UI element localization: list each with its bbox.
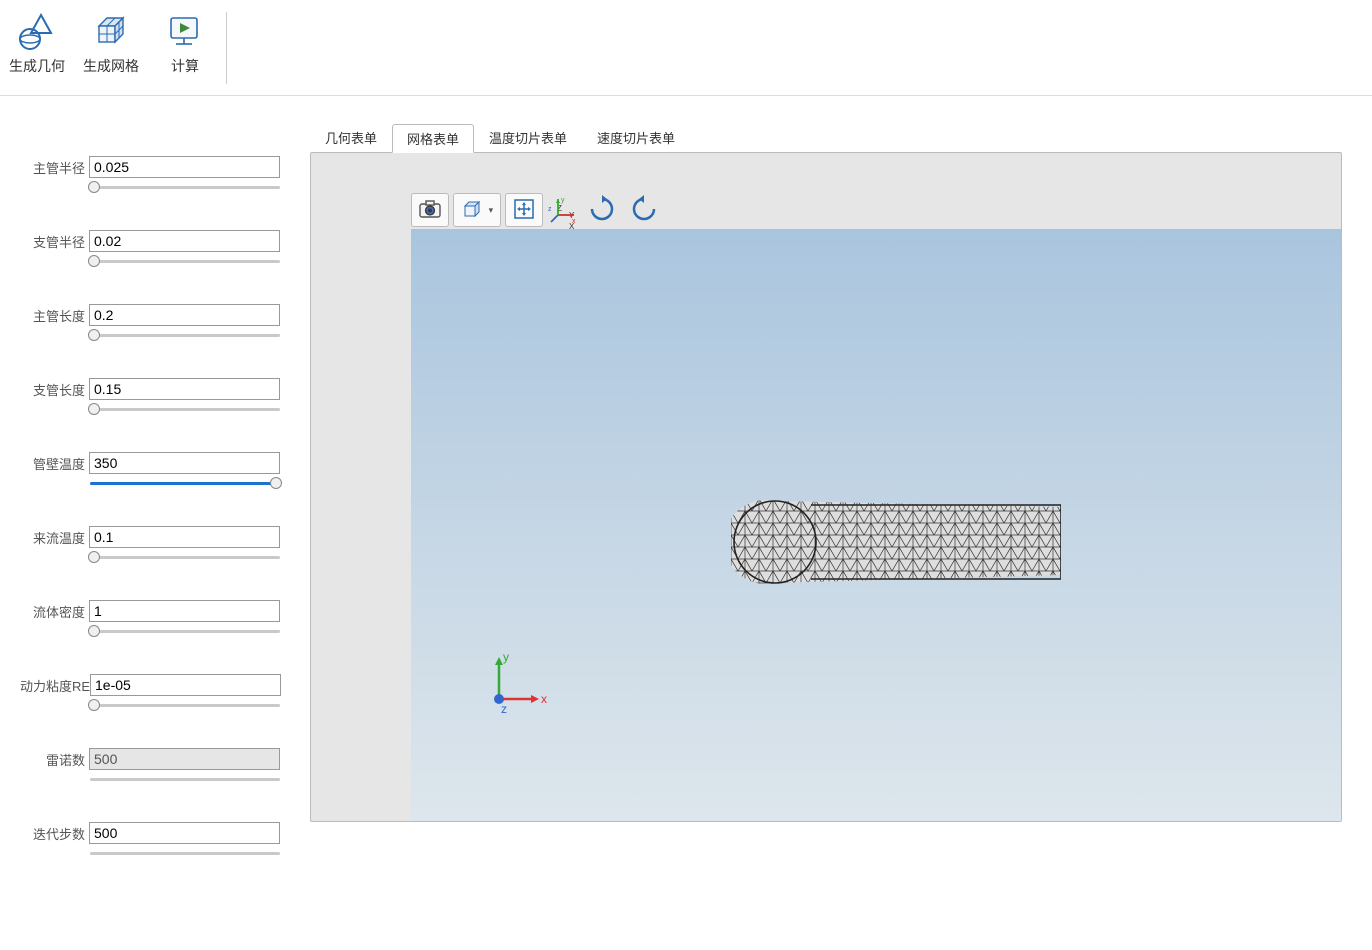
- expand-arrows-icon: [512, 197, 536, 224]
- param-slider[interactable]: [90, 182, 280, 194]
- ribbon-toolbar: 生成几何 生成网格 计算: [0, 0, 1372, 96]
- graphics-viewport[interactable]: ▾: [310, 152, 1342, 822]
- param-slider[interactable]: [90, 330, 280, 342]
- form-tab[interactable]: 温度切片表单: [474, 123, 582, 152]
- rotate-cw-button[interactable]: [583, 193, 621, 227]
- param-slider-track: [90, 774, 280, 786]
- compute-label: 计算: [171, 56, 199, 76]
- mesh-cube-icon: [89, 10, 133, 54]
- svg-text:y: y: [561, 197, 565, 204]
- param-slider[interactable]: [90, 626, 280, 638]
- param-row: 迭代步数: [20, 822, 280, 860]
- param-slider[interactable]: [90, 478, 280, 490]
- rotate-cw-icon: [587, 195, 617, 226]
- generate-mesh-label: 生成网格: [83, 56, 139, 76]
- svg-text:z: z: [548, 206, 552, 213]
- param-label: 迭代步数: [20, 824, 85, 843]
- form-tab[interactable]: 速度切片表单: [582, 123, 690, 152]
- param-label: 管壁温度: [20, 454, 85, 473]
- 3d-canvas[interactable]: x y z: [411, 229, 1341, 821]
- param-label: 来流温度: [20, 528, 85, 547]
- parameters-panel: 主管半径支管半径主管长度支管长度管壁温度来流温度流体密度动力粘度RE 雷诺数迭代步…: [0, 96, 300, 950]
- param-label: 主管长度: [20, 306, 85, 325]
- camera-icon: [418, 199, 442, 222]
- param-label: 支管长度: [20, 380, 85, 399]
- param-slider-track: [90, 848, 280, 860]
- param-slider[interactable]: [90, 256, 280, 268]
- rotate-ccw-button[interactable]: [625, 193, 663, 227]
- param-label: 主管半径: [20, 158, 85, 177]
- param-label: 流体密度: [20, 602, 85, 621]
- zoom-extents-button[interactable]: [505, 193, 543, 227]
- param-input[interactable]: [89, 600, 280, 622]
- param-row: 管壁温度: [20, 452, 280, 490]
- param-row: 来流温度: [20, 526, 280, 564]
- generate-geometry-button[interactable]: 生成几何: [0, 6, 74, 80]
- param-row: 支管长度: [20, 378, 280, 416]
- param-input: [89, 748, 280, 770]
- view-cube-button[interactable]: ▾: [453, 193, 501, 227]
- form-tab[interactable]: 网格表单: [392, 124, 474, 153]
- graphics-toolbar: ▾: [411, 193, 663, 227]
- svg-text:z: z: [501, 702, 507, 716]
- param-input[interactable]: [90, 674, 281, 696]
- axis-triad: x y z: [481, 651, 551, 721]
- param-row: 流体密度: [20, 600, 280, 638]
- svg-text:x: x: [541, 692, 547, 706]
- chevron-down-icon: ▾: [489, 205, 494, 216]
- svg-text:x: x: [572, 218, 576, 225]
- param-row: 动力粘度RE: [20, 674, 280, 712]
- param-slider[interactable]: [90, 404, 280, 416]
- geometry-icon: [15, 10, 59, 54]
- param-row: 雷诺数: [20, 748, 280, 786]
- param-input[interactable]: [89, 822, 280, 844]
- svg-text:y: y: [503, 651, 509, 664]
- param-input[interactable]: [89, 452, 280, 474]
- param-row: 主管半径: [20, 156, 280, 194]
- form-tab[interactable]: 几何表单: [310, 123, 392, 152]
- generate-mesh-button[interactable]: 生成网格: [74, 6, 148, 80]
- param-input[interactable]: [89, 156, 280, 178]
- param-label: 雷诺数: [20, 750, 85, 769]
- axis-indicator: x y z: [547, 193, 579, 227]
- param-input[interactable]: [89, 526, 280, 548]
- param-label: 动力粘度RE: [20, 676, 86, 695]
- param-input[interactable]: [89, 304, 280, 326]
- form-tabs: 几何表单网格表单温度切片表单速度切片表单: [310, 126, 1342, 152]
- compute-icon: [163, 10, 207, 54]
- param-input[interactable]: [89, 378, 280, 400]
- compute-button[interactable]: 计算: [148, 6, 222, 80]
- screenshot-button[interactable]: [411, 193, 449, 227]
- rotate-ccw-icon: [629, 195, 659, 226]
- param-slider[interactable]: [90, 700, 280, 712]
- generate-geometry-label: 生成几何: [9, 56, 65, 76]
- param-row: 支管半径: [20, 230, 280, 268]
- content-area: 几何表单网格表单温度切片表单速度切片表单: [300, 96, 1372, 950]
- param-slider[interactable]: [90, 552, 280, 564]
- mesh-render: [731, 499, 1061, 585]
- param-input[interactable]: [89, 230, 280, 252]
- param-row: 主管长度: [20, 304, 280, 342]
- toolbar-separator: [226, 12, 227, 84]
- cube-icon: [461, 198, 483, 223]
- param-label: 支管半径: [20, 232, 85, 251]
